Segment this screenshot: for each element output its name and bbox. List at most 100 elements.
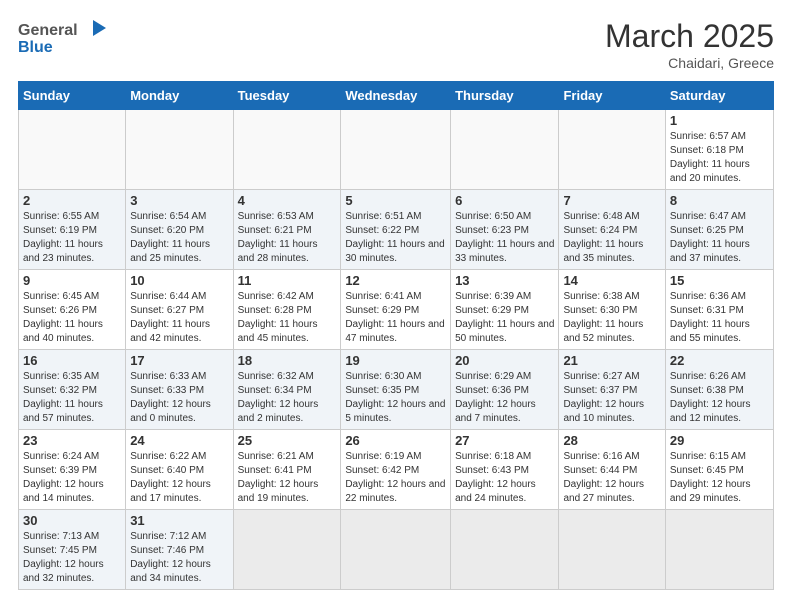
day-number: 20 bbox=[455, 353, 554, 368]
day-number: 30 bbox=[23, 513, 121, 528]
logo: General Blue bbox=[18, 18, 108, 56]
day-info: Sunrise: 6:53 AMSunset: 6:21 PMDaylight:… bbox=[238, 210, 337, 266]
calendar: SundayMondayTuesdayWednesdayThursdayFrid… bbox=[18, 81, 774, 590]
col-header-wednesday: Wednesday bbox=[341, 82, 451, 110]
day-info: Sunrise: 7:12 AMSunset: 7:46 PMDaylight:… bbox=[130, 530, 228, 586]
day-info: Sunrise: 6:24 AMSunset: 6:39 PMDaylight:… bbox=[23, 450, 121, 506]
day-info: Sunrise: 6:51 AMSunset: 6:22 PMDaylight:… bbox=[345, 210, 446, 266]
day-info: Sunrise: 6:19 AMSunset: 6:42 PMDaylight:… bbox=[345, 450, 446, 506]
calendar-cell bbox=[665, 510, 773, 590]
calendar-week-2: 2 Sunrise: 6:55 AMSunset: 6:19 PMDaylight… bbox=[19, 190, 774, 270]
day-number: 4 bbox=[238, 193, 337, 208]
day-info: Sunrise: 6:18 AMSunset: 6:43 PMDaylight:… bbox=[455, 450, 554, 506]
calendar-cell bbox=[233, 510, 341, 590]
day-number: 31 bbox=[130, 513, 228, 528]
calendar-cell: 27 Sunrise: 6:18 AMSunset: 6:43 PMDayligh… bbox=[451, 430, 559, 510]
calendar-cell bbox=[19, 110, 126, 190]
svg-text:General: General bbox=[18, 22, 78, 39]
day-number: 10 bbox=[130, 273, 228, 288]
calendar-cell: 7Sunrise: 6:48 AMSunset: 6:24 PMDaylight… bbox=[559, 190, 665, 270]
calendar-cell: 20 Sunrise: 6:29 AMSunset: 6:36 PMDayligh… bbox=[451, 350, 559, 430]
calendar-cell: 3 Sunrise: 6:54 AMSunset: 6:20 PMDaylight… bbox=[126, 190, 233, 270]
title-block: March 2025 Chaidari, Greece bbox=[605, 18, 774, 71]
day-number: 6 bbox=[455, 193, 554, 208]
calendar-cell: 24Sunrise: 6:22 AMSunset: 6:40 PMDayligh… bbox=[126, 430, 233, 510]
day-info: Sunrise: 6:54 AMSunset: 6:20 PMDaylight:… bbox=[130, 210, 228, 266]
calendar-week-5: 23Sunrise: 6:24 AMSunset: 6:39 PMDayligh… bbox=[19, 430, 774, 510]
day-info: Sunrise: 6:33 AMSunset: 6:33 PMDaylight:… bbox=[130, 370, 228, 426]
day-info: Sunrise: 6:55 AMSunset: 6:19 PMDaylight:… bbox=[23, 210, 121, 266]
col-header-friday: Friday bbox=[559, 82, 665, 110]
day-number: 22 bbox=[670, 353, 769, 368]
calendar-cell: 31 Sunrise: 7:12 AMSunset: 7:46 PMDayligh… bbox=[126, 510, 233, 590]
day-number: 1 bbox=[670, 113, 769, 128]
calendar-cell bbox=[559, 510, 665, 590]
day-number: 16 bbox=[23, 353, 121, 368]
calendar-cell: 9Sunrise: 6:45 AMSunset: 6:26 PMDaylight… bbox=[19, 270, 126, 350]
calendar-week-6: 30 Sunrise: 7:13 AMSunset: 7:45 PMDayligh… bbox=[19, 510, 774, 590]
day-number: 5 bbox=[345, 193, 446, 208]
calendar-cell bbox=[233, 110, 341, 190]
calendar-week-4: 16 Sunrise: 6:35 AMSunset: 6:32 PMDayligh… bbox=[19, 350, 774, 430]
day-number: 12 bbox=[345, 273, 446, 288]
month-year: March 2025 bbox=[605, 18, 774, 55]
calendar-cell: 19 Sunrise: 6:30 AMSunset: 6:35 PMDayligh… bbox=[341, 350, 451, 430]
day-info: Sunrise: 6:29 AMSunset: 6:36 PMDaylight:… bbox=[455, 370, 554, 426]
calendar-cell: 26Sunrise: 6:19 AMSunset: 6:42 PMDayligh… bbox=[341, 430, 451, 510]
calendar-week-1: 1Sunrise: 6:57 AMSunset: 6:18 PMDaylight… bbox=[19, 110, 774, 190]
day-number: 2 bbox=[23, 193, 121, 208]
calendar-cell: 23Sunrise: 6:24 AMSunset: 6:39 PMDayligh… bbox=[19, 430, 126, 510]
calendar-cell: 29 Sunrise: 6:15 AMSunset: 6:45 PMDayligh… bbox=[665, 430, 773, 510]
calendar-cell: 18Sunrise: 6:32 AMSunset: 6:34 PMDayligh… bbox=[233, 350, 341, 430]
day-info: Sunrise: 6:36 AMSunset: 6:31 PMDaylight:… bbox=[670, 290, 769, 346]
calendar-header-row: SundayMondayTuesdayWednesdayThursdayFrid… bbox=[19, 82, 774, 110]
calendar-week-3: 9Sunrise: 6:45 AMSunset: 6:26 PMDaylight… bbox=[19, 270, 774, 350]
day-info: Sunrise: 6:50 AMSunset: 6:23 PMDaylight:… bbox=[455, 210, 554, 266]
day-number: 3 bbox=[130, 193, 228, 208]
page: General Blue March 2025 Chaidari, Greece… bbox=[0, 0, 792, 600]
calendar-cell bbox=[341, 510, 451, 590]
logo-svg: General Blue bbox=[18, 18, 108, 56]
calendar-cell bbox=[451, 510, 559, 590]
calendar-cell: 14 Sunrise: 6:38 AMSunset: 6:30 PMDayligh… bbox=[559, 270, 665, 350]
calendar-cell bbox=[126, 110, 233, 190]
calendar-cell: 17 Sunrise: 6:33 AMSunset: 6:33 PMDayligh… bbox=[126, 350, 233, 430]
calendar-cell: 13 Sunrise: 6:39 AMSunset: 6:29 PMDayligh… bbox=[451, 270, 559, 350]
calendar-cell: 5 Sunrise: 6:51 AMSunset: 6:22 PMDaylight… bbox=[341, 190, 451, 270]
day-number: 7 bbox=[563, 193, 660, 208]
day-info: Sunrise: 6:35 AMSunset: 6:32 PMDaylight:… bbox=[23, 370, 121, 426]
day-info: Sunrise: 6:15 AMSunset: 6:45 PMDaylight:… bbox=[670, 450, 769, 506]
day-number: 15 bbox=[670, 273, 769, 288]
calendar-cell bbox=[341, 110, 451, 190]
calendar-cell: 15 Sunrise: 6:36 AMSunset: 6:31 PMDayligh… bbox=[665, 270, 773, 350]
day-info: Sunrise: 6:30 AMSunset: 6:35 PMDaylight:… bbox=[345, 370, 446, 426]
day-number: 29 bbox=[670, 433, 769, 448]
calendar-cell: 1Sunrise: 6:57 AMSunset: 6:18 PMDaylight… bbox=[665, 110, 773, 190]
day-info: Sunrise: 6:21 AMSunset: 6:41 PMDaylight:… bbox=[238, 450, 337, 506]
day-info: Sunrise: 6:38 AMSunset: 6:30 PMDaylight:… bbox=[563, 290, 660, 346]
day-info: Sunrise: 6:41 AMSunset: 6:29 PMDaylight:… bbox=[345, 290, 446, 346]
calendar-cell: 8 Sunrise: 6:47 AMSunset: 6:25 PMDaylight… bbox=[665, 190, 773, 270]
col-header-thursday: Thursday bbox=[451, 82, 559, 110]
header: General Blue March 2025 Chaidari, Greece bbox=[18, 18, 774, 71]
day-number: 19 bbox=[345, 353, 446, 368]
day-number: 27 bbox=[455, 433, 554, 448]
day-number: 8 bbox=[670, 193, 769, 208]
calendar-cell: 11Sunrise: 6:42 AMSunset: 6:28 PMDayligh… bbox=[233, 270, 341, 350]
day-number: 17 bbox=[130, 353, 228, 368]
day-number: 13 bbox=[455, 273, 554, 288]
day-info: Sunrise: 6:32 AMSunset: 6:34 PMDaylight:… bbox=[238, 370, 337, 426]
svg-text:Blue: Blue bbox=[18, 39, 53, 56]
day-number: 24 bbox=[130, 433, 228, 448]
day-info: Sunrise: 6:47 AMSunset: 6:25 PMDaylight:… bbox=[670, 210, 769, 266]
col-header-saturday: Saturday bbox=[665, 82, 773, 110]
day-info: Sunrise: 6:42 AMSunset: 6:28 PMDaylight:… bbox=[238, 290, 337, 346]
day-number: 14 bbox=[563, 273, 660, 288]
calendar-cell bbox=[559, 110, 665, 190]
day-info: Sunrise: 6:39 AMSunset: 6:29 PMDaylight:… bbox=[455, 290, 554, 346]
day-info: Sunrise: 6:26 AMSunset: 6:38 PMDaylight:… bbox=[670, 370, 769, 426]
col-header-tuesday: Tuesday bbox=[233, 82, 341, 110]
day-number: 21 bbox=[563, 353, 660, 368]
day-info: Sunrise: 6:45 AMSunset: 6:26 PMDaylight:… bbox=[23, 290, 121, 346]
day-info: Sunrise: 7:13 AMSunset: 7:45 PMDaylight:… bbox=[23, 530, 121, 586]
